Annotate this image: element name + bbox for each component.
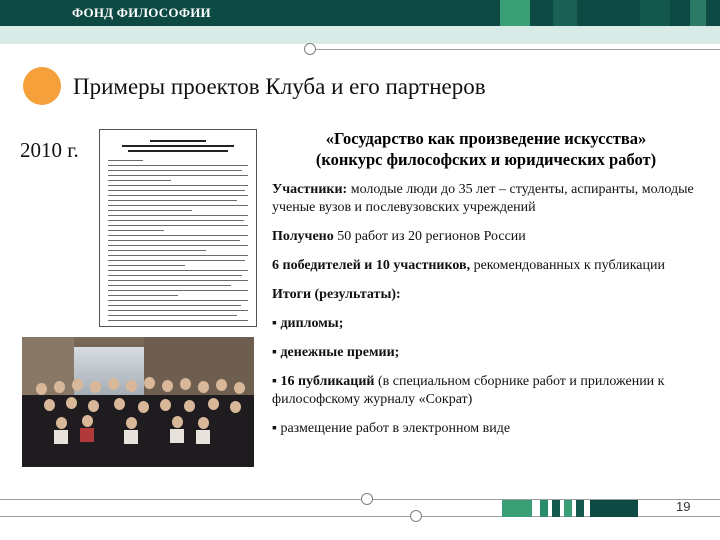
participants-paragraph: Участники: молодые люди до 35 лет – студ… <box>272 182 694 215</box>
header-accent-square <box>500 0 530 26</box>
results-item: ▪ денежные премии; <box>272 345 400 360</box>
footer-accent-square <box>564 500 572 517</box>
divider-circle-marker <box>361 493 373 505</box>
footer-accent-bar <box>502 500 532 517</box>
square-bullet-icon: ▪ <box>272 421 277 436</box>
year-label: 2010 г. <box>20 138 79 162</box>
page-number: 19 <box>676 499 691 514</box>
square-bullet-icon: ▪ <box>272 345 277 360</box>
header-accent-square <box>640 0 670 26</box>
header-strip <box>0 26 720 44</box>
footer-accent-square <box>540 500 548 517</box>
square-bullet-icon: ▪ <box>272 374 277 389</box>
results-item: ▪ размещение работ в электронном виде <box>272 421 511 436</box>
footer-accent-square <box>576 500 584 517</box>
group-photo <box>22 337 254 467</box>
results-item: ▪ 16 публикаций (в специальном сборнике … <box>272 374 665 407</box>
divider-circle-marker <box>304 43 316 55</box>
footer-accent-bar <box>590 500 638 517</box>
results-item: ▪ дипломы; <box>272 316 344 331</box>
footer-accent-square <box>552 500 560 517</box>
top-divider <box>315 49 720 50</box>
square-bullet-icon: ▪ <box>272 316 277 331</box>
competition-title: «Государство как произведение искусства»… <box>315 129 657 169</box>
header-accent-square <box>553 0 577 26</box>
slide-title: Примеры проектов Клуба и его партнеров <box>73 74 486 99</box>
document-thumbnail <box>99 129 257 327</box>
project-description: «Государство как произведение искусства»… <box>272 128 704 438</box>
header-accent-square <box>690 0 706 26</box>
results-heading: Итоги (результаты): <box>272 287 401 302</box>
title-bullet-circle <box>23 67 61 105</box>
received-paragraph: Получено 50 работ из 20 регионов России <box>272 229 526 244</box>
winners-paragraph: 6 победителей и 10 участников, рекомендо… <box>272 258 665 273</box>
divider-circle-marker <box>410 510 422 522</box>
foundation-name: ФОНД ФИЛОСОФИИ <box>72 5 211 20</box>
